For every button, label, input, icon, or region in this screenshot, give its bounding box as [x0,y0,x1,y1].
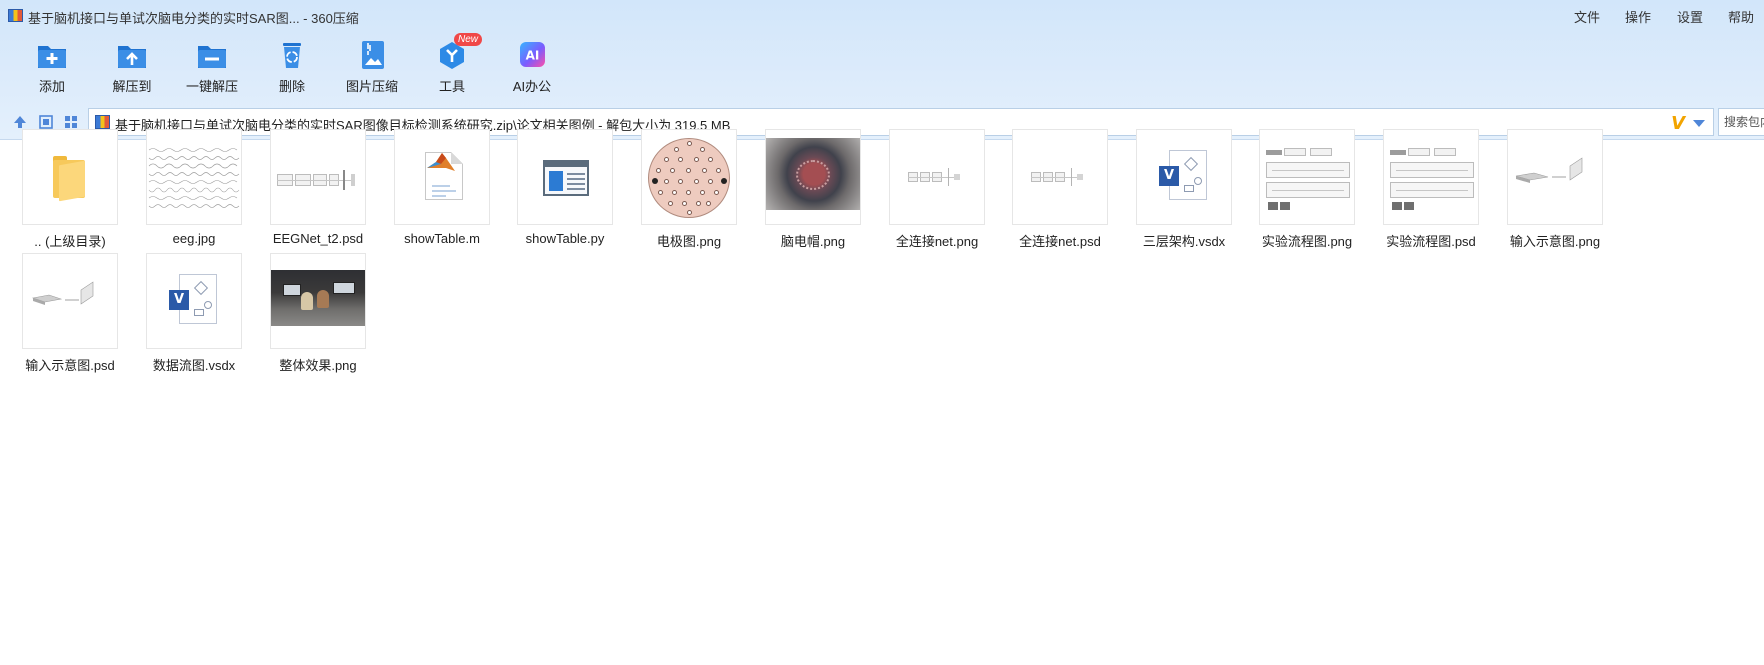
search-input[interactable] [1719,109,1764,135]
visio-file-icon: V [146,253,242,349]
network-diagram-thumbnail [889,129,985,225]
ai-icon-text: AI [526,49,540,63]
chevron-down-icon[interactable] [1693,120,1705,127]
search-box[interactable] [1718,108,1764,136]
one-click-extract-label: 一键解压 [185,79,238,94]
file-item-flow-psd[interactable]: 实验流程图.psd [1380,126,1480,254]
title-bar: 基于脑机接口与单试次脑电分类的实时SAR图... - 360压缩 文件 操作 设… [0,0,1764,30]
file-item-fc-net-psd[interactable]: 全连接net.psd [1009,126,1109,254]
app-logo-icon [8,9,23,22]
image-compress-button[interactable]: 图片压缩 [332,34,412,96]
delete-button[interactable]: 删除 [252,34,332,96]
python-file-icon [517,129,613,225]
input-diagram-thumbnail [22,253,118,349]
v-logo-icon[interactable]: V [1671,113,1685,134]
menu-help[interactable]: 帮助 [1728,7,1754,26]
file-name: 输入示意图.png [1509,234,1601,249]
network-diagram-thumbnail [270,129,366,225]
file-item-three-tier-vsdx[interactable]: V 三层架构.vsdx [1133,126,1233,254]
flowchart-thumbnail [1259,129,1355,225]
file-item-eegnet-psd[interactable]: EEGNet_t2.psd [267,126,367,254]
file-item-dataflow-vsdx[interactable]: V 数据流图.vsdx [143,250,243,378]
menu-file[interactable]: 文件 [1574,7,1600,26]
one-click-extract-button[interactable]: 一键解压 [172,34,252,96]
file-item-flow-png[interactable]: 实验流程图.png [1256,126,1356,254]
ai-office-button[interactable]: AI AI办公 [492,34,572,96]
new-badge: New [453,33,482,46]
tools-button[interactable]: New 工具 [412,33,492,96]
file-item-showtable-m[interactable]: showTable.m [391,126,491,254]
delete-label: 删除 [278,79,305,94]
matlab-file-icon [394,129,490,225]
visio-file-icon: V [1136,129,1232,225]
extract-to-label: 解压到 [112,79,152,94]
file-list: .. (上级目录) eeg.jpg EEGNet_t2.psd showTabl… [0,129,1764,665]
toolbar: 添加 解压到 一键解压 删除 图片压缩 New 工具 AI AI办公 [0,33,600,98]
file-name: 整体效果.png [279,358,357,373]
image-compress-icon [356,40,388,70]
network-diagram-thumbnail [1012,129,1108,225]
file-item-input-psd[interactable]: 输入示意图.psd [19,250,119,378]
visio-v-icon: V [169,290,189,310]
electrode-map-thumbnail [641,129,737,225]
file-item-overall-png[interactable]: 整体效果.png [267,250,367,378]
file-item-cap-png[interactable]: 脑电帽.png [762,126,862,254]
file-item-eeg-jpg[interactable]: eeg.jpg [143,126,243,254]
file-item-fc-net-png[interactable]: 全连接net.png [886,126,986,254]
menu-settings[interactable]: 设置 [1677,7,1703,26]
visio-v-icon: V [1159,166,1179,186]
image-compress-label: 图片压缩 [345,79,398,94]
flowchart-thumbnail [1383,129,1479,225]
window-title: 基于脑机接口与单试次脑电分类的实时SAR图... - 360压缩 [28,11,359,26]
tools-icon: New [436,33,482,70]
app-window: 基于脑机接口与单试次脑电分类的实时SAR图... - 360压缩 文件 操作 设… [0,0,1764,665]
header: 基于脑机接口与单试次脑电分类的实时SAR图... - 360压缩 文件 操作 设… [0,0,1764,140]
file-item-parent[interactable]: .. (上级目录) [19,126,119,254]
ai-office-icon: AI [516,40,548,70]
add-button[interactable]: 添加 [12,34,92,96]
delete-icon [276,40,308,70]
eeg-cap-photo-thumbnail [765,129,861,225]
add-icon [36,40,68,70]
menu-operate[interactable]: 操作 [1625,7,1651,26]
file-item-input-png[interactable]: 输入示意图.png [1504,126,1604,254]
overall-photo-thumbnail [270,253,366,349]
folder-icon [22,129,118,225]
tools-label: 工具 [438,79,465,94]
input-diagram-thumbnail [1507,129,1603,225]
add-label: 添加 [38,79,65,94]
one-click-extract-icon [196,40,228,70]
file-item-showtable-py[interactable]: showTable.py [514,126,614,254]
navigation-bar: 基于脑机接口与单试次脑电分类的实时SAR图像目标检测系统研究.zip\论文相关图… [0,108,1764,138]
file-item-electrode-png[interactable]: 电极图.png [638,126,738,254]
extract-to-icon [116,40,148,70]
extract-to-button[interactable]: 解压到 [92,34,172,96]
ai-office-label: AI办公 [512,79,552,94]
eeg-thumbnail [146,129,242,225]
